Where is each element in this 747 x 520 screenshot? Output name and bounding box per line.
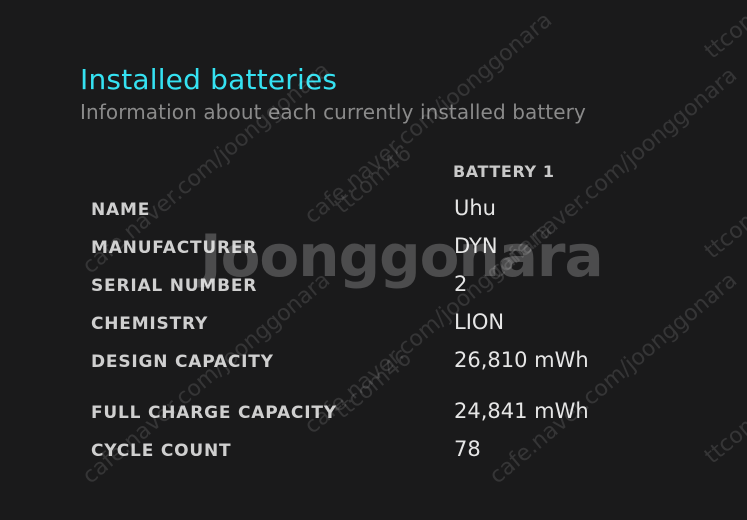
section-header: Installed batteries Information about ea…: [80, 62, 586, 126]
row-value: DYN: [454, 234, 498, 258]
watermark-tag-text: ttcom: [700, 3, 747, 65]
row-label: SERIAL NUMBER: [91, 276, 258, 296]
row-value: 2: [454, 272, 468, 296]
page-subtitle: Information about each currently install…: [80, 100, 586, 124]
row-value: Uhu: [454, 196, 496, 220]
page-title: Installed batteries: [80, 63, 338, 96]
row-value: 24,841 mWh: [454, 399, 589, 423]
table-row-manufacturer: MANUFACTURER DYN: [0, 234, 747, 266]
row-label: DESIGN CAPACITY: [91, 352, 274, 372]
table-row-chemistry: CHEMISTRY LION: [0, 310, 747, 342]
row-value: 78: [454, 437, 481, 461]
row-label: CYCLE COUNT: [91, 441, 232, 461]
table-row-cycle-count: CYCLE COUNT 78: [0, 437, 747, 469]
row-label: FULL CHARGE CAPACITY: [91, 403, 337, 423]
table-row-name: NAME Uhu: [0, 196, 747, 228]
battery-column-header: BATTERY 1: [453, 162, 555, 181]
table-row-serial-number: SERIAL NUMBER 2: [0, 272, 747, 304]
table-row-full-charge-capacity: FULL CHARGE CAPACITY 24,841 mWh: [0, 399, 747, 431]
row-value: LION: [454, 310, 505, 334]
table-row-design-capacity: DESIGN CAPACITY 26,810 mWh: [0, 348, 747, 380]
row-label: MANUFACTURER: [91, 238, 258, 258]
row-label: NAME: [91, 200, 151, 220]
row-label: CHEMISTRY: [91, 314, 209, 334]
row-value: 26,810 mWh: [454, 348, 589, 372]
